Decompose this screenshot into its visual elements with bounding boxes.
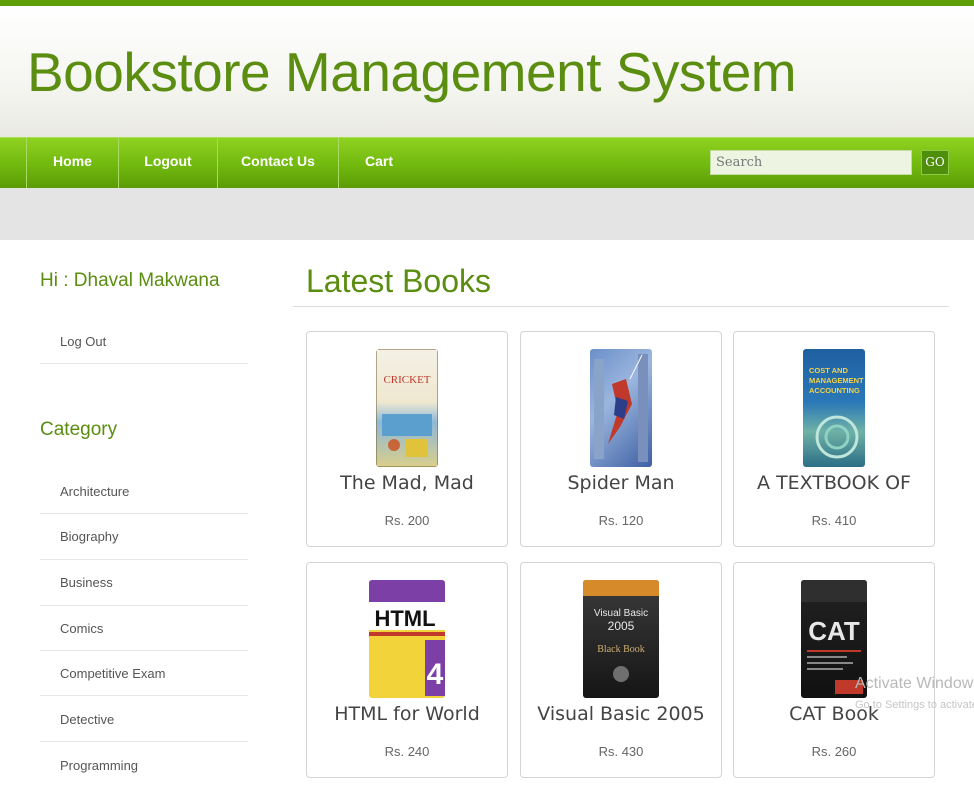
heading-divider [293, 306, 949, 307]
svg-text:Black Book: Black Book [597, 644, 645, 655]
cover-title-text: CRICKET [383, 374, 430, 386]
subheader-band [0, 188, 974, 240]
svg-text:ACCOUNTING: ACCOUNTING [809, 386, 860, 395]
book-card[interactable]: Spider Man Rs. 120 [520, 331, 722, 547]
category-heading: Category [40, 419, 118, 440]
activate-windows-subtext: Go to Settings to activate [855, 699, 974, 711]
svg-text:4: 4 [427, 658, 444, 691]
book-card[interactable]: Visual Basic 2005 Black Book Visual Basi… [520, 562, 722, 778]
nav-contact-us[interactable]: Contact Us [218, 138, 339, 188]
category-programming[interactable]: Programming [40, 756, 248, 788]
nav-cart[interactable]: Cart [339, 138, 419, 188]
latest-books-heading: Latest Books [306, 263, 491, 299]
spiderman-book-cover[interactable] [590, 349, 652, 467]
site-header: Bookstore Management System [0, 6, 974, 137]
category-architecture[interactable]: Architecture [40, 482, 248, 514]
book-title: Visual Basic 2005 [537, 703, 705, 725]
book-title: A TEXTBOOK OF [757, 472, 911, 494]
search-go-button[interactable]: GO [921, 150, 949, 175]
cricket-book-cover[interactable]: CRICKET [376, 349, 438, 467]
cover-title-text: HTML [374, 606, 435, 631]
sidebar-logout-link[interactable]: Log Out [40, 332, 248, 364]
book-price: Rs. 240 [384, 744, 430, 759]
svg-text:Visual Basic: Visual Basic [594, 608, 648, 619]
book-card[interactable]: CAT CAT Book Rs. 260 [733, 562, 935, 778]
site-title: Bookstore Management System [27, 41, 797, 103]
book-card[interactable]: HTML 4 HTML for World Rs. 240 [306, 562, 508, 778]
book-price: Rs. 200 [384, 513, 430, 528]
svg-text:2005: 2005 [608, 619, 635, 633]
svg-text:MANAGEMENT: MANAGEMENT [809, 376, 864, 385]
cover-title-text: CAT [808, 616, 860, 646]
visual-basic-book-cover[interactable]: Visual Basic 2005 Black Book [583, 580, 659, 698]
nav-logout[interactable]: Logout [119, 138, 218, 188]
category-business[interactable]: Business [40, 573, 248, 606]
book-price: Rs. 120 [598, 513, 644, 528]
book-title: The Mad, Mad [340, 472, 474, 494]
category-comics[interactable]: Comics [40, 619, 248, 651]
category-competitive-exam[interactable]: Competitive Exam [40, 664, 248, 696]
book-card[interactable]: COST AND MANAGEMENT ACCOUNTING A TEXTBOO… [733, 331, 935, 547]
book-price: Rs. 410 [811, 513, 857, 528]
main-navbar: Home Logout Contact Us Cart GO [0, 137, 974, 188]
activate-windows-watermark: Activate Windows [855, 675, 974, 692]
search-input[interactable] [710, 150, 912, 175]
book-title: Spider Man [567, 472, 675, 494]
html-book-cover[interactable]: HTML 4 [369, 580, 445, 698]
category-biography[interactable]: Biography [40, 527, 248, 560]
svg-text:COST AND: COST AND [809, 366, 848, 375]
category-detective[interactable]: Detective [40, 710, 248, 742]
book-title: HTML for World [334, 703, 480, 725]
book-price: Rs. 430 [598, 744, 644, 759]
nav-home[interactable]: Home [27, 138, 119, 188]
accounting-book-cover[interactable]: COST AND MANAGEMENT ACCOUNTING [803, 349, 865, 467]
book-price: Rs. 260 [811, 744, 857, 759]
book-card[interactable]: CRICKET The Mad, Mad Rs. 200 [306, 331, 508, 547]
user-greeting: Hi : Dhaval Makwana [40, 270, 220, 291]
